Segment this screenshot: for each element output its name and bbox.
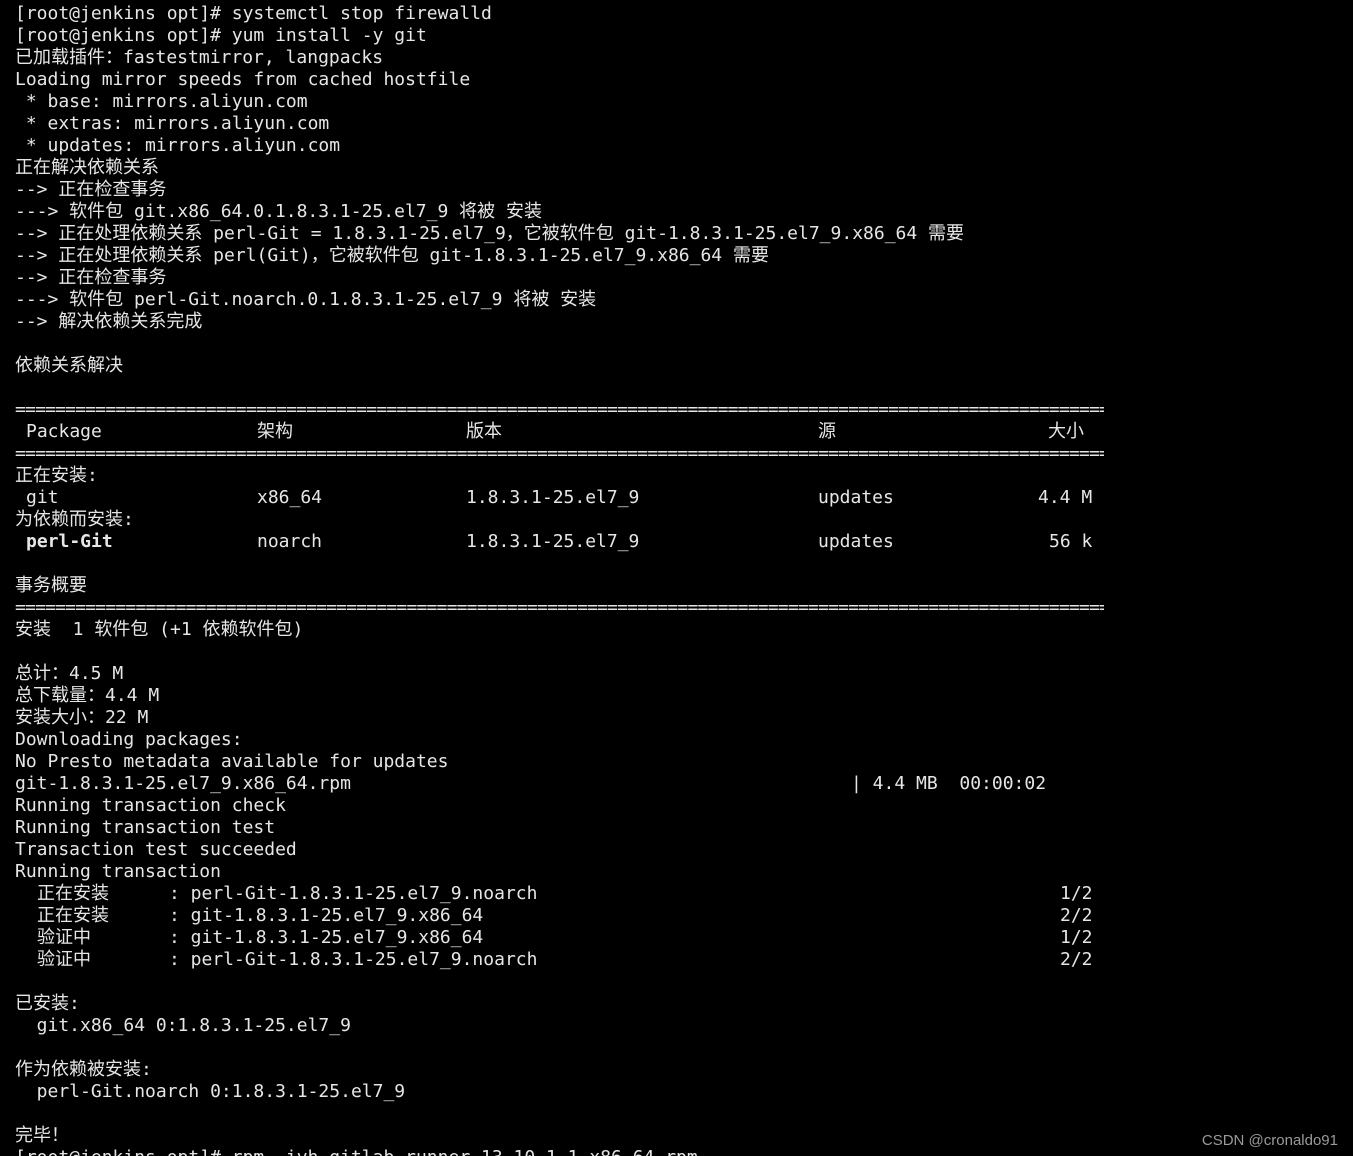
output-line: 依赖关系解决 bbox=[15, 355, 123, 376]
top-output-block: [root@jenkins opt]# systemctl stop firew… bbox=[15, 3, 1345, 399]
transaction-step: 正在安装 : git-1.8.3.1-25.el7_9.x86_64 2/2 bbox=[15, 905, 1345, 927]
summary-line: 安装 1 软件包 (+1 依赖软件包) bbox=[15, 619, 304, 640]
step-progress: 2/2 bbox=[1060, 949, 1093, 970]
output-line: --> 正在检查事务 bbox=[15, 179, 167, 200]
package-name: git bbox=[26, 487, 59, 508]
output-line: --> 正在检查事务 bbox=[15, 267, 167, 288]
table-header-row: Package 架构 版本 源 大小 bbox=[15, 421, 1345, 443]
table-separator: ========================================… bbox=[15, 597, 1104, 618]
header-version: 版本 bbox=[466, 421, 502, 442]
output-line: 正在解决依赖关系 bbox=[15, 157, 159, 178]
table-row: git x86_64 1.8.3.1-25.el7_9 updates 4.4 … bbox=[15, 487, 1345, 509]
output-line: Loading mirror speeds from cached hostfi… bbox=[15, 69, 471, 90]
installed-package: git.x86_64 0:1.8.3.1-25.el7_9 bbox=[15, 1015, 351, 1036]
table-row: perl-Git noarch 1.8.3.1-25.el7_9 updates… bbox=[15, 531, 1345, 553]
output-line: ---> 软件包 git.x86_64.0.1.8.3.1-25.el7_9 将… bbox=[15, 201, 542, 222]
summary-title: 事务概要 bbox=[15, 575, 87, 596]
download-file: git-1.8.3.1-25.el7_9.x86_64.rpm bbox=[15, 773, 351, 794]
transaction-step: 正在安装 : perl-Git-1.8.3.1-25.el7_9.noarch … bbox=[15, 883, 1345, 905]
header-package: Package bbox=[26, 421, 102, 442]
package-name: perl-Git bbox=[26, 531, 113, 552]
output-line: 已加载插件：fastestmirror, langpacks bbox=[15, 47, 384, 68]
downloading-line: Downloading packages: bbox=[15, 729, 243, 750]
step-action: 验证中 bbox=[37, 927, 91, 948]
dep-installing-label: 为依赖而安装: bbox=[15, 509, 134, 530]
watermark: CSDN @cronaldo91 bbox=[1201, 1132, 1338, 1149]
transaction-step: 验证中 : git-1.8.3.1-25.el7_9.x86_64 1/2 bbox=[15, 927, 1345, 949]
step-action: 正在安装 bbox=[37, 883, 109, 904]
transaction-line: Running transaction check bbox=[15, 795, 286, 816]
step-action: 正在安装 bbox=[37, 905, 109, 926]
output-line: * extras: mirrors.aliyun.com bbox=[15, 113, 330, 134]
command-prompt-line[interactable]: [root@jenkins opt]# rpm -ivh gitlab-runn… bbox=[15, 1147, 1345, 1156]
complete-line: 完毕！ bbox=[15, 1125, 69, 1146]
download-stats: | 4.4 MB 00:00:02 bbox=[851, 773, 1047, 794]
output-line: --> 正在处理依赖关系 perl(Git)，它被软件包 git-1.8.3.1… bbox=[15, 245, 769, 266]
output-line: * updates: mirrors.aliyun.com bbox=[15, 135, 341, 156]
table-separator: ========================================… bbox=[15, 443, 1104, 464]
header-size: 大小 bbox=[1048, 421, 1084, 442]
output-line: --> 正在处理依赖关系 perl-Git = 1.8.3.1-25.el7_9… bbox=[15, 223, 965, 244]
package-arch: noarch bbox=[257, 531, 323, 552]
package-size: 56 k bbox=[1049, 531, 1093, 552]
output-line: ---> 软件包 perl-Git.noarch.0.1.8.3.1-25.el… bbox=[15, 289, 597, 310]
transaction-line: Transaction test succeeded bbox=[15, 839, 297, 860]
header-arch: 架构 bbox=[257, 421, 293, 442]
step-progress: 1/2 bbox=[1060, 883, 1093, 904]
output-line: * base: mirrors.aliyun.com bbox=[15, 91, 308, 112]
package-repo: updates bbox=[818, 531, 894, 552]
installed-label: 已安装: bbox=[15, 993, 80, 1014]
output-line[interactable]: [root@jenkins opt]# systemctl stop firew… bbox=[15, 3, 1345, 25]
package-version: 1.8.3.1-25.el7_9 bbox=[466, 487, 640, 508]
step-target: : perl-Git-1.8.3.1-25.el7_9.noarch bbox=[169, 949, 538, 970]
transaction-line: Running transaction bbox=[15, 861, 221, 882]
output-line: --> 解决依赖关系完成 bbox=[15, 311, 203, 332]
step-target: : git-1.8.3.1-25.el7_9.x86_64 bbox=[169, 905, 484, 926]
package-arch: x86_64 bbox=[257, 487, 323, 508]
table-separator: ========================================… bbox=[15, 399, 1104, 420]
step-target: : perl-Git-1.8.3.1-25.el7_9.noarch bbox=[169, 883, 538, 904]
header-repo: 源 bbox=[818, 421, 836, 442]
package-size: 4.4 M bbox=[1038, 487, 1093, 508]
presto-line: No Presto metadata available for updates bbox=[15, 751, 449, 772]
step-target: : git-1.8.3.1-25.el7_9.x86_64 bbox=[169, 927, 484, 948]
step-progress: 2/2 bbox=[1060, 905, 1093, 926]
output-line[interactable]: [root@jenkins opt]# yum install -y git bbox=[15, 25, 1345, 47]
dep-installed-package: perl-Git.noarch 0:1.8.3.1-25.el7_9 bbox=[15, 1081, 406, 1102]
installing-label: 正在安装: bbox=[15, 465, 98, 486]
package-repo: updates bbox=[818, 487, 894, 508]
total-line: 总计：4.5 M bbox=[15, 663, 124, 684]
step-progress: 1/2 bbox=[1060, 927, 1093, 948]
dep-installed-label: 作为依赖被安装: bbox=[15, 1059, 152, 1080]
download-progress-row: git-1.8.3.1-25.el7_9.x86_64.rpm | 4.4 MB… bbox=[15, 773, 1345, 795]
transaction-line: Running transaction test bbox=[15, 817, 276, 838]
package-version: 1.8.3.1-25.el7_9 bbox=[466, 531, 640, 552]
install-size-line: 安装大小：22 M bbox=[15, 707, 149, 728]
step-action: 验证中 bbox=[37, 949, 91, 970]
total-download-line: 总下载量：4.4 M bbox=[15, 685, 160, 706]
transaction-step: 验证中 : perl-Git-1.8.3.1-25.el7_9.noarch 2… bbox=[15, 949, 1345, 971]
terminal-output[interactable]: [root@jenkins opt]# systemctl stop firew… bbox=[15, 3, 1345, 1156]
